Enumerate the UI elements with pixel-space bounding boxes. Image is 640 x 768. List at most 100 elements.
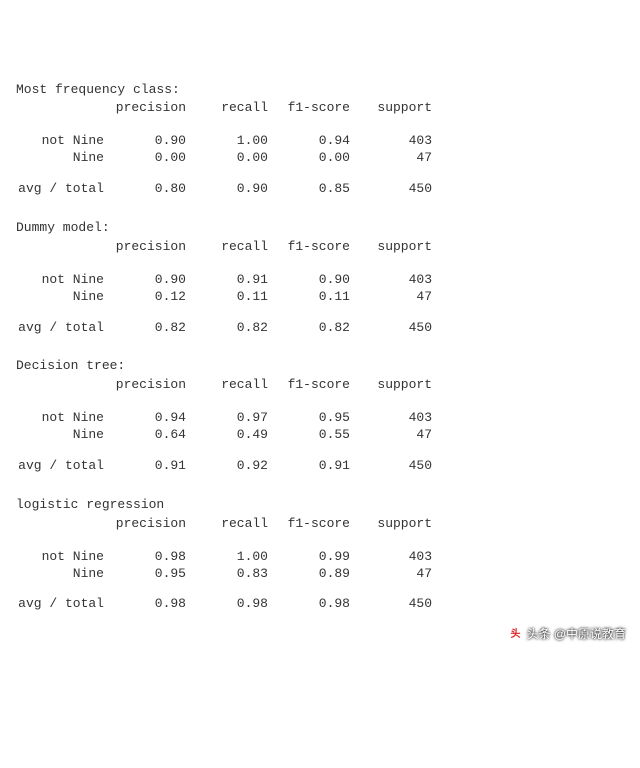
header-recall: recall (186, 239, 268, 256)
total-row: avg / total0.820.820.82450 (16, 320, 624, 337)
row-precision: 0.98 (104, 549, 186, 566)
data-row: not Nine0.901.000.94403 (16, 133, 624, 150)
row-precision: 0.00 (104, 150, 186, 167)
classification-report: Most frequency class:precisionrecallf1-s… (16, 82, 624, 198)
total-recall: 0.92 (186, 458, 268, 475)
row-f1: 0.11 (268, 289, 350, 306)
row-f1: 0.00 (268, 150, 350, 167)
header-row: precisionrecallf1-scoresupport (16, 516, 624, 533)
row-recall: 0.91 (186, 272, 268, 289)
classification-report: logistic regression precisionrecallf1-sco… (16, 497, 624, 613)
total-support: 450 (350, 596, 432, 613)
row-support: 403 (350, 133, 432, 150)
row-f1: 0.90 (268, 272, 350, 289)
report-title: Dummy model: (16, 220, 624, 237)
row-precision: 0.94 (104, 410, 186, 427)
header-precision: precision (104, 100, 186, 117)
total-row: avg / total0.800.900.85450 (16, 181, 624, 198)
header-row: precisionrecallf1-scoresupport (16, 377, 624, 394)
header-f1: f1-score (268, 516, 350, 533)
row-f1: 0.95 (268, 410, 350, 427)
classification-report: Dummy model: precisionrecallf1-scoresuppo… (16, 220, 624, 336)
row-f1: 0.94 (268, 133, 350, 150)
row-precision: 0.12 (104, 289, 186, 306)
header-precision: precision (104, 377, 186, 394)
row-recall: 1.00 (186, 549, 268, 566)
watermark-prefix: 头条 (526, 627, 550, 641)
row-label: Nine (16, 289, 104, 306)
row-recall: 0.11 (186, 289, 268, 306)
total-precision: 0.98 (104, 596, 186, 613)
row-precision: 0.95 (104, 566, 186, 583)
total-precision: 0.82 (104, 320, 186, 337)
data-row: not Nine0.940.970.95403 (16, 410, 624, 427)
header-support: support (350, 377, 432, 394)
total-f1: 0.85 (268, 181, 350, 198)
total-f1: 0.91 (268, 458, 350, 475)
total-f1: 0.98 (268, 596, 350, 613)
row-support: 47 (350, 150, 432, 167)
row-support: 47 (350, 566, 432, 583)
row-f1: 0.99 (268, 549, 350, 566)
row-support: 403 (350, 272, 432, 289)
row-support: 47 (350, 427, 432, 444)
total-label: avg / total (16, 458, 104, 475)
data-row: Nine0.000.000.0047 (16, 150, 624, 167)
report-title: Most frequency class: (16, 82, 624, 99)
row-recall: 1.00 (186, 133, 268, 150)
total-label: avg / total (16, 320, 104, 337)
header-recall: recall (186, 516, 268, 533)
data-row: not Nine0.981.000.99403 (16, 549, 624, 566)
data-row: not Nine0.900.910.90403 (16, 272, 624, 289)
row-label: Nine (16, 150, 104, 167)
row-label: not Nine (16, 272, 104, 289)
row-label: Nine (16, 427, 104, 444)
total-support: 450 (350, 181, 432, 198)
row-precision: 0.64 (104, 427, 186, 444)
header-precision: precision (104, 239, 186, 256)
header-support: support (350, 239, 432, 256)
row-support: 403 (350, 410, 432, 427)
total-recall: 0.90 (186, 181, 268, 198)
total-precision: 0.91 (104, 458, 186, 475)
row-label: not Nine (16, 549, 104, 566)
data-row: Nine0.120.110.1147 (16, 289, 624, 306)
report-title: Decision tree: (16, 358, 624, 375)
total-row: avg / total0.910.920.91450 (16, 458, 624, 475)
total-precision: 0.80 (104, 181, 186, 198)
total-recall: 0.82 (186, 320, 268, 337)
row-recall: 0.49 (186, 427, 268, 444)
row-label: not Nine (16, 133, 104, 150)
row-recall: 0.97 (186, 410, 268, 427)
header-precision: precision (104, 516, 186, 533)
row-recall: 0.83 (186, 566, 268, 583)
header-support: support (350, 100, 432, 117)
header-row: precisionrecallf1-scoresupport (16, 239, 624, 256)
header-recall: recall (186, 377, 268, 394)
row-label: Nine (16, 566, 104, 583)
header-f1: f1-score (268, 377, 350, 394)
reports-container: Most frequency class:precisionrecallf1-s… (16, 82, 624, 614)
data-row: Nine0.640.490.5547 (16, 427, 624, 444)
total-support: 450 (350, 320, 432, 337)
total-label: avg / total (16, 596, 104, 613)
header-f1: f1-score (268, 100, 350, 117)
row-support: 403 (350, 549, 432, 566)
row-label: not Nine (16, 410, 104, 427)
header-support: support (350, 516, 432, 533)
row-f1: 0.89 (268, 566, 350, 583)
header-f1: f1-score (268, 239, 350, 256)
watermark: 头头条 @中原说教育 (508, 627, 626, 643)
data-row: Nine0.950.830.8947 (16, 566, 624, 583)
row-support: 47 (350, 289, 432, 306)
total-f1: 0.82 (268, 320, 350, 337)
row-precision: 0.90 (104, 133, 186, 150)
total-recall: 0.98 (186, 596, 268, 613)
toutiao-logo-icon: 头 (508, 628, 522, 642)
header-recall: recall (186, 100, 268, 117)
total-support: 450 (350, 458, 432, 475)
report-title: logistic regression (16, 497, 624, 514)
row-f1: 0.55 (268, 427, 350, 444)
row-recall: 0.00 (186, 150, 268, 167)
total-row: avg / total0.980.980.98450 (16, 596, 624, 613)
